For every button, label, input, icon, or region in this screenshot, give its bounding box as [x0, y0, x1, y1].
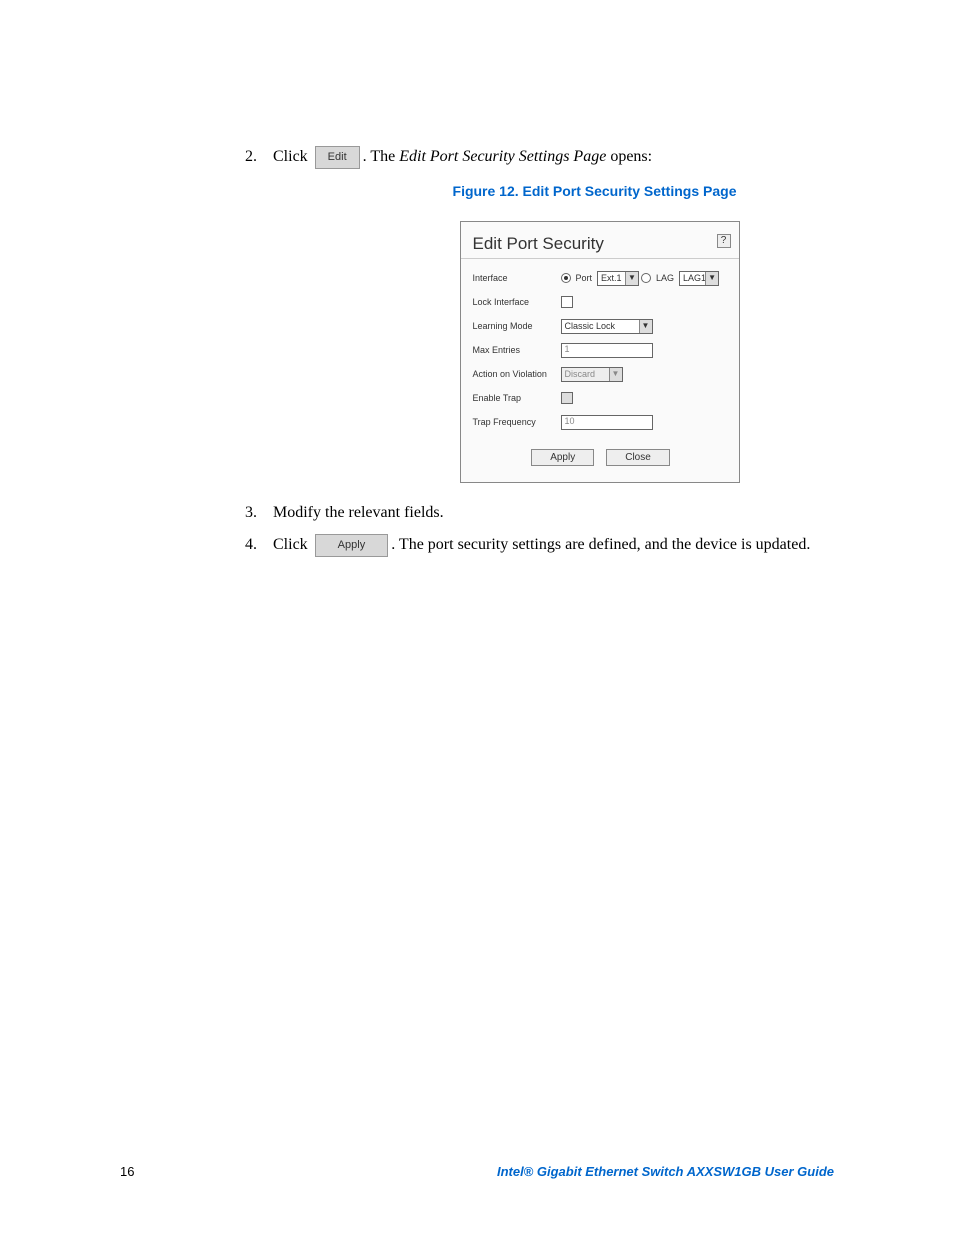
label-learning-mode: Learning Mode	[473, 321, 561, 331]
label-max-entries: Max Entries	[473, 345, 561, 355]
help-icon[interactable]: ?	[717, 234, 731, 248]
edit-port-security-dialog: Edit Port Security ? Interface Port Ext.…	[460, 221, 740, 483]
row-action-violation: Action on Violation Discard ▼	[473, 365, 729, 383]
dialog-title: Edit Port Security	[473, 234, 604, 254]
dropdown-lag[interactable]: LAG1 ▼	[679, 271, 719, 286]
dropdown-learning-mode[interactable]: Classic Lock ▼	[561, 319, 653, 334]
row-learning-mode: Learning Mode Classic Lock ▼	[473, 317, 729, 335]
chevron-down-icon: ▼	[625, 272, 638, 285]
row-enable-trap: Enable Trap	[473, 389, 729, 407]
label-lag: LAG	[656, 273, 674, 283]
step-3: 3. Modify the relevant fields.	[245, 501, 834, 525]
step-2: 2. Click Edit. The Edit Port Security Se…	[245, 145, 834, 169]
step-text: Click Apply. The port security settings …	[273, 533, 834, 557]
label-action-violation: Action on Violation	[473, 369, 561, 379]
step-4: 4. Click Apply. The port security settin…	[245, 533, 834, 557]
edit-button-inline: Edit	[315, 146, 360, 169]
radio-lag[interactable]	[641, 273, 651, 283]
step-number: 4.	[245, 533, 273, 557]
label-port: Port	[576, 273, 593, 283]
row-lock-interface: Lock Interface	[473, 293, 729, 311]
row-max-entries: Max Entries 1	[473, 341, 729, 359]
label-interface: Interface	[473, 273, 561, 283]
step-number: 2.	[245, 145, 273, 169]
chevron-down-icon: ▼	[705, 272, 718, 285]
apply-button[interactable]: Apply	[531, 449, 594, 466]
row-trap-frequency: Trap Frequency 10	[473, 413, 729, 431]
dropdown-port[interactable]: Ext.1 ▼	[597, 271, 639, 286]
step-text: Click Edit. The Edit Port Security Setti…	[273, 145, 834, 169]
input-max-entries[interactable]: 1	[561, 343, 653, 358]
label-lock-interface: Lock Interface	[473, 297, 561, 307]
step-number: 3.	[245, 501, 273, 525]
step-text: Modify the relevant fields.	[273, 501, 834, 525]
close-button[interactable]: Close	[606, 449, 670, 466]
page-number: 16	[120, 1164, 134, 1179]
radio-port[interactable]	[561, 273, 571, 283]
dropdown-action-violation: Discard ▼	[561, 367, 623, 382]
label-enable-trap: Enable Trap	[473, 393, 561, 403]
checkbox-enable-trap[interactable]	[561, 392, 573, 404]
figure-caption: Figure 12. Edit Port Security Settings P…	[355, 183, 834, 199]
input-trap-frequency[interactable]: 10	[561, 415, 653, 430]
chevron-down-icon: ▼	[639, 320, 652, 333]
footer-title: Intel® Gigabit Ethernet Switch AXXSW1GB …	[497, 1164, 834, 1179]
chevron-down-icon: ▼	[609, 368, 622, 381]
label-trap-frequency: Trap Frequency	[473, 417, 561, 427]
page-footer: 16 Intel® Gigabit Ethernet Switch AXXSW1…	[120, 1164, 834, 1179]
row-interface: Interface Port Ext.1 ▼ LAG LAG1 ▼	[473, 269, 729, 287]
checkbox-lock-interface[interactable]	[561, 296, 573, 308]
apply-button-inline: Apply	[315, 534, 389, 557]
